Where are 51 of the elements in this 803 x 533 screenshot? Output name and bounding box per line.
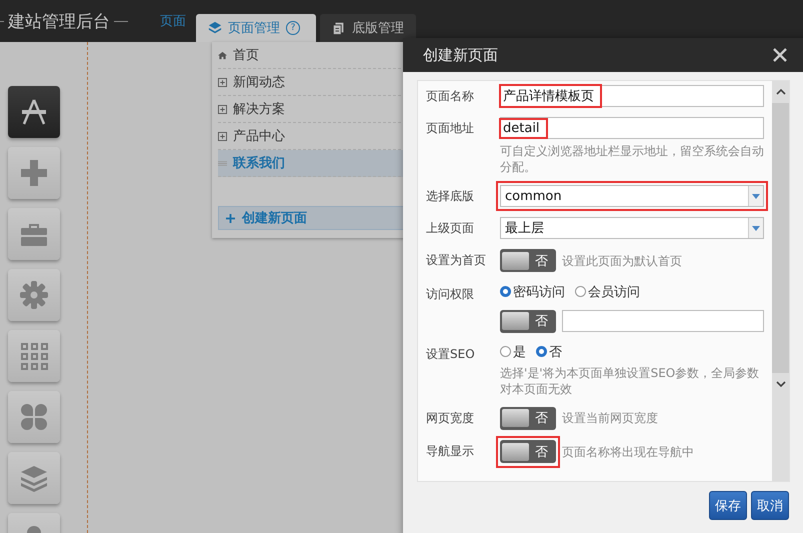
field-label: 选择底版: [426, 188, 475, 205]
plus-icon: [226, 214, 235, 222]
radio-option[interactable]: 是: [500, 342, 526, 360]
hint-text: 选择'是'将为本页面单独设置SEO参数，全局参数对本页面无效: [500, 364, 760, 396]
document-icon: [332, 21, 346, 35]
cancel-button[interactable]: 取消: [751, 491, 789, 520]
hint-text: 设置此页面为默认首页: [562, 252, 682, 269]
expand-icon[interactable]: [218, 104, 227, 114]
plus-icon: [18, 157, 50, 189]
caret-icon: [752, 226, 760, 230]
password-field[interactable]: [562, 310, 764, 332]
field-label: 设置为首页: [426, 252, 487, 269]
settings-icon: [18, 279, 50, 311]
hint-text: 可自定义浏览器地址栏显示地址，留空系统会自动分配。: [500, 143, 764, 175]
field-label: 导航显示: [426, 443, 475, 460]
site-title: 建站管理后台: [8, 10, 110, 32]
radio-option[interactable]: 否: [536, 342, 562, 360]
expand-icon[interactable]: [218, 132, 227, 140]
clover-icon: [18, 401, 50, 433]
field-label: 页面地址: [426, 120, 475, 137]
text-field[interactable]: 产品详情模板页: [500, 85, 764, 107]
field-label: 访问权限: [426, 286, 475, 302]
field-label: 设置SEO: [426, 346, 476, 362]
toggle-switch[interactable]: 否: [500, 249, 556, 272]
field-label: 上级页面: [426, 220, 475, 237]
select-field[interactable]: 最上层: [500, 217, 764, 239]
nav-tab[interactable]: 底版管理: [320, 14, 416, 42]
toggle-switch[interactable]: 否: [500, 406, 556, 430]
select-field[interactable]: common: [500, 185, 764, 207]
toggle-switch[interactable]: 否: [500, 310, 556, 332]
hint-text: 设置当前网页宽度: [562, 410, 658, 426]
radio-option[interactable]: 会员访问: [575, 282, 640, 300]
toggle-switch[interactable]: 否: [500, 440, 556, 463]
tool-button[interactable]: [8, 86, 60, 138]
scroll-up-icon[interactable]: [776, 89, 786, 95]
save-button[interactable]: 保存: [709, 491, 747, 520]
radio-option[interactable]: 密码访问: [500, 282, 565, 300]
dialog-title: 创建新页面: [423, 46, 498, 64]
expand-icon[interactable]: [218, 78, 227, 86]
field-label: 页面名称: [426, 88, 475, 105]
scroll-down-icon[interactable]: [776, 381, 786, 387]
home-icon: [218, 50, 227, 60]
close-icon[interactable]: [773, 48, 787, 62]
drag-handle-icon[interactable]: [218, 158, 227, 168]
grid-icon: [18, 340, 50, 372]
hint-text: 页面名称将出现在导航中: [562, 444, 694, 460]
scrollbar[interactable]: [772, 81, 789, 481]
field-label: 网页宽度: [426, 410, 475, 426]
layers-icon: [208, 21, 222, 35]
text-field[interactable]: detail: [500, 117, 764, 139]
caret-icon: [752, 194, 760, 198]
